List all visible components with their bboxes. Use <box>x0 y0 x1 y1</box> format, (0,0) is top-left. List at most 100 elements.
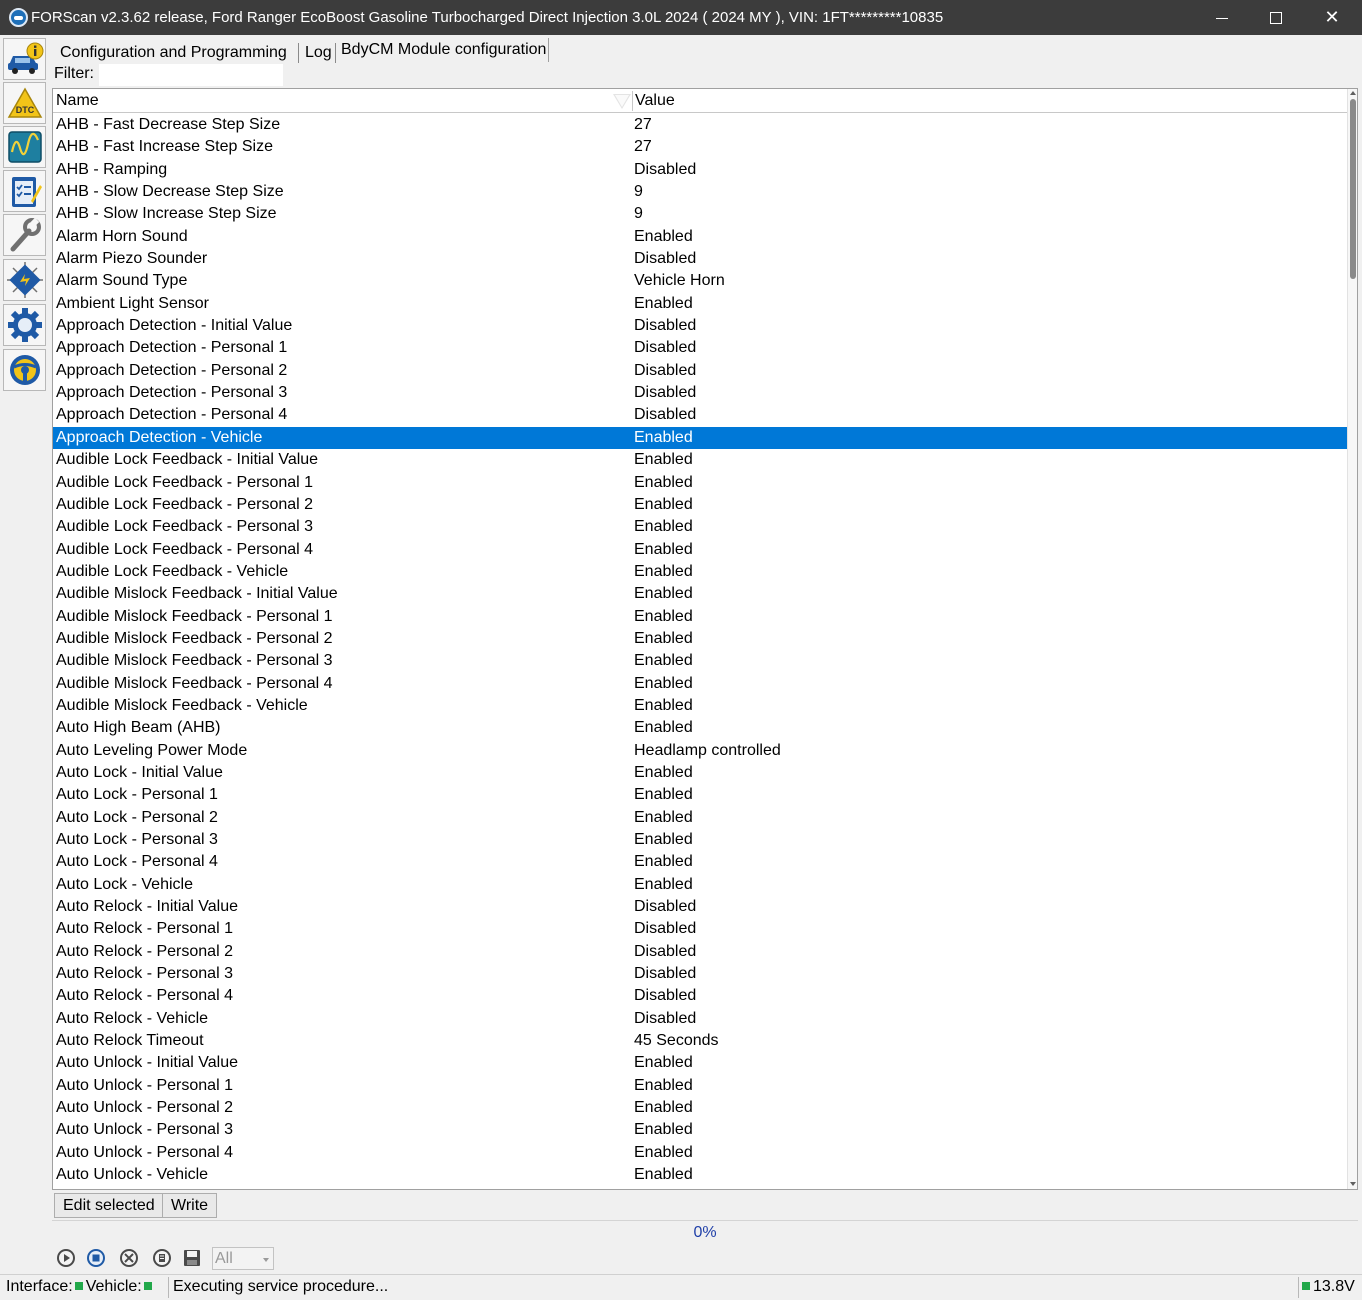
table-row[interactable]: Approach Detection - Personal 3 Disabled <box>53 382 1347 404</box>
tests-button[interactable] <box>3 170 46 212</box>
progress-text: 0% <box>693 1224 717 1241</box>
table-row[interactable]: AHB - Slow Decrease Step Size 9 <box>53 181 1347 203</box>
table-row[interactable]: Approach Detection - Personal 4 Disabled <box>53 404 1347 426</box>
table-row[interactable]: Auto Unlock - Personal 4 Enabled <box>53 1142 1347 1164</box>
table-row[interactable]: AHB - Slow Increase Step Size 9 <box>53 203 1347 225</box>
table-row[interactable]: Audible Mislock Feedback - Initial Value… <box>53 583 1347 605</box>
row-name-cell: Approach Detection - Personal 4 <box>56 406 288 424</box>
table-row[interactable]: Audible Mislock Feedback - Personal 1 Ena… <box>53 606 1347 628</box>
table-row[interactable]: Auto Unlock - Personal 3 Enabled <box>53 1119 1347 1141</box>
row-value-cell: Enabled <box>634 1121 693 1139</box>
table-row[interactable]: Auto Lock - Initial Value Enabled <box>53 762 1347 784</box>
row-value-cell: 9 <box>634 183 643 201</box>
service-button[interactable] <box>3 214 46 256</box>
row-name-cell: Approach Detection - Personal 1 <box>56 339 288 357</box>
table-row[interactable]: Audible Mislock Feedback - Personal 3 Ena… <box>53 650 1347 672</box>
table-row[interactable]: Auto High Beam (AHB) Enabled <box>53 717 1347 739</box>
minimize-button[interactable] <box>1194 0 1250 35</box>
row-value-cell: Enabled <box>634 518 693 536</box>
tab-bdycm-module-configuration[interactable]: BdyCM Module configuration <box>339 38 550 62</box>
row-name-cell: Auto Relock Timeout <box>56 1032 204 1050</box>
table-row[interactable]: Auto Lock - Vehicle Enabled <box>53 874 1347 896</box>
save-button[interactable] <box>181 1247 203 1269</box>
close-button[interactable]: ✕ <box>1304 0 1360 35</box>
table-row[interactable]: Approach Detection - Initial Value Disabl… <box>53 315 1347 337</box>
table-row[interactable]: AHB - Ramping Disabled <box>53 159 1347 181</box>
oscilloscope-button[interactable] <box>3 126 46 168</box>
table-row[interactable]: Ambient Light Sensor Enabled <box>53 293 1347 315</box>
table-row[interactable]: Auto Relock - Personal 3 Disabled <box>53 963 1347 985</box>
table-row[interactable]: Auto Relock - Personal 1 Disabled <box>53 918 1347 940</box>
table-row[interactable]: Approach Detection - Personal 2 Disabled <box>53 360 1347 382</box>
table-row[interactable]: Auto Unlock - Personal 2 Enabled <box>53 1097 1347 1119</box>
erase-button[interactable] <box>151 1247 173 1269</box>
dtc-button[interactable]: DTC <box>3 82 46 124</box>
row-value-cell: Enabled <box>634 1166 693 1184</box>
module-config-button[interactable] <box>3 259 46 301</box>
scroll-thumb[interactable] <box>1350 99 1356 279</box>
table-row[interactable]: Approach Detection - Personal 1 Disabled <box>53 337 1347 359</box>
table-row[interactable]: Auto Lock - Personal 1 Enabled <box>53 784 1347 806</box>
row-name-cell: AHB - Slow Decrease Step Size <box>56 183 284 201</box>
row-value-cell: Enabled <box>634 451 693 469</box>
table-row[interactable]: Audible Lock Feedback - Vehicle Enabled <box>53 561 1347 583</box>
table-row[interactable]: Audible Mislock Feedback - Personal 4 Ena… <box>53 673 1347 695</box>
row-value-cell: Enabled <box>634 808 693 826</box>
vehicle-info-button[interactable] <box>3 38 46 80</box>
table-row[interactable]: Audible Lock Feedback - Personal 4 Enable… <box>53 539 1347 561</box>
voltage-indicator <box>1302 1282 1310 1291</box>
settings-button[interactable] <box>3 304 46 346</box>
table-row[interactable]: Auto Unlock - Initial Value Enabled <box>53 1052 1347 1074</box>
scroll-down-icon[interactable] <box>1350 1182 1356 1186</box>
scroll-up-icon[interactable] <box>1350 91 1356 95</box>
chip-icon <box>6 262 43 298</box>
tab-log[interactable]: Log <box>305 41 332 65</box>
table-row[interactable]: Approach Detection - Vehicle Enabled <box>53 426 1347 450</box>
table-row[interactable]: Auto Unlock - Vehicle Enabled <box>53 1164 1347 1186</box>
table-row[interactable]: Audible Mislock Feedback - Personal 2 Ena… <box>53 628 1347 650</box>
write-button[interactable]: Write <box>162 1193 218 1218</box>
row-name-cell: Auto Relock - Personal 2 <box>56 942 233 960</box>
table-row[interactable]: Alarm Horn Sound Enabled <box>53 226 1347 248</box>
table-row[interactable]: Auto Unlock - Personal 1 Enabled <box>53 1075 1347 1097</box>
table-row[interactable]: Audible Lock Feedback - Initial Value Ena… <box>53 449 1347 471</box>
clear-button[interactable] <box>118 1247 140 1269</box>
table-row[interactable]: Auto Leveling Power Mode Headlamp control… <box>53 740 1347 762</box>
table-row[interactable]: Auto Relock - Personal 2 Disabled <box>53 941 1347 963</box>
table-row[interactable]: Audible Mislock Feedback - Vehicle Enable… <box>53 695 1347 717</box>
table-row[interactable]: Alarm Sound Type Vehicle Horn <box>53 270 1347 292</box>
row-name-cell: Approach Detection - Vehicle <box>56 428 263 446</box>
stop-button[interactable] <box>85 1247 107 1269</box>
table-row[interactable]: Audible Lock Feedback - Personal 2 Enable… <box>53 494 1347 516</box>
help-button[interactable] <box>3 349 46 391</box>
row-name-cell: Audible Lock Feedback - Initial Value <box>56 451 319 469</box>
column-header-value[interactable]: Value <box>635 92 675 110</box>
table-row[interactable]: Auto Lock - Personal 4 Enabled <box>53 851 1347 873</box>
table-row[interactable]: AHB - Fast Increase Step Size 27 <box>53 136 1347 158</box>
filter-select[interactable]: All <box>212 1247 274 1270</box>
play-button[interactable] <box>55 1247 77 1269</box>
row-value-cell: Disabled <box>634 920 697 938</box>
table-row[interactable]: Auto Relock Timeout 45 Seconds <box>53 1030 1347 1052</box>
edit-selected-button[interactable]: Edit selected <box>54 1193 164 1218</box>
vertical-scrollbar[interactable] <box>1347 89 1357 1189</box>
tab-configuration-programming[interactable]: Configuration and Programming <box>60 41 287 65</box>
column-divider[interactable] <box>632 91 633 111</box>
table-row[interactable]: Auto Relock - Vehicle Disabled <box>53 1008 1347 1030</box>
row-name-cell: AHB - Slow Increase Step Size <box>56 205 277 223</box>
table-row[interactable]: Audible Lock Feedback - Personal 1 Enable… <box>53 472 1347 494</box>
table-row[interactable]: Auto Relock - Initial Value Disabled <box>53 896 1347 918</box>
table-row[interactable]: Audible Lock Feedback - Personal 3 Enable… <box>53 516 1347 538</box>
maximize-button[interactable] <box>1248 0 1304 35</box>
row-name-cell: Auto Unlock - Personal 3 <box>56 1121 233 1139</box>
table-row[interactable]: Auto Relock - Personal 4 Disabled <box>53 985 1347 1007</box>
table-row[interactable]: Auto Lock - Personal 3 Enabled <box>53 829 1347 851</box>
table-row[interactable]: AHB - Fast Decrease Step Size 27 <box>53 114 1347 136</box>
column-header-name[interactable]: Name <box>56 92 99 110</box>
table-row[interactable]: Alarm Piezo Sounder Disabled <box>53 248 1347 270</box>
filter-label: Filter: <box>54 65 94 82</box>
row-name-cell: Auto Relock - Personal 3 <box>56 965 233 983</box>
table-row[interactable]: Auto Lock - Personal 2 Enabled <box>53 807 1347 829</box>
filter-bar: Filter: <box>52 63 1358 87</box>
filter-input[interactable] <box>99 64 283 86</box>
